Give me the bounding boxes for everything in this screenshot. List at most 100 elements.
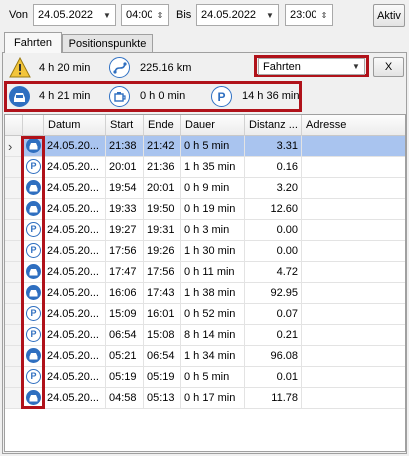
table-row[interactable]: P 24.05.20... 17:56 19:26 1 h 30 min 0.00: [5, 241, 405, 262]
table-row[interactable]: 24.05.20... 04:58 05:13 0 h 17 min 11.78: [5, 388, 405, 409]
header-distanz[interactable]: Distanz ...: [245, 115, 302, 136]
cell-end: 21:42: [144, 136, 181, 157]
engine-idle-icon: [109, 86, 130, 107]
cell-start: 05:21: [106, 346, 144, 367]
cell-date: 24.05.20...: [44, 178, 106, 199]
warning-duration: 4 h 20 min: [39, 62, 91, 74]
header-adresse[interactable]: Adresse: [302, 115, 405, 136]
cell-end: 15:08: [144, 325, 181, 346]
cell-end: 05:19: [144, 367, 181, 388]
cell-start: 20:01: [106, 157, 144, 178]
tab-fahrten[interactable]: Fahrten: [4, 32, 62, 53]
cell-date: 24.05.20...: [44, 388, 106, 409]
type-select[interactable]: Fahrten ▼: [258, 58, 365, 75]
cell-end: 05:13: [144, 388, 181, 409]
table-row[interactable]: P 24.05.20... 19:27 19:31 0 h 3 min 0.00: [5, 220, 405, 241]
cell-end: 06:54: [144, 346, 181, 367]
to-time-value: 23:00: [290, 9, 316, 21]
idle-duration: 0 h 0 min: [140, 90, 186, 102]
spinner-icon[interactable]: ⇕: [316, 5, 332, 25]
table-row[interactable]: P 24.05.20... 20:01 21:36 1 h 35 min 0.16: [5, 157, 405, 178]
type-select-value: Fahrten: [263, 60, 301, 73]
cell-duration: 0 h 52 min: [181, 304, 245, 325]
to-date-picker[interactable]: 24.05.2022 ▼: [196, 4, 279, 26]
cell-start: 16:06: [106, 283, 144, 304]
cell-distance: 3.20: [245, 178, 302, 199]
chevron-down-icon[interactable]: ▼: [99, 5, 115, 25]
cell-start: 19:33: [106, 199, 144, 220]
cell-address: [302, 346, 405, 367]
cell-end: 19:31: [144, 220, 181, 241]
cell-date: 24.05.20...: [44, 367, 106, 388]
table-row[interactable]: 24.05.20... 16:06 17:43 1 h 38 min 92.95: [5, 283, 405, 304]
cell-date: 24.05.20...: [44, 283, 106, 304]
cell-duration: 1 h 38 min: [181, 283, 245, 304]
cell-distance: 0.07: [245, 304, 302, 325]
cell-duration: 0 h 17 min: [181, 388, 245, 409]
cell-start: 17:47: [106, 262, 144, 283]
cell-start: 15:09: [106, 304, 144, 325]
from-date-value: 24.05.2022: [38, 9, 94, 21]
cell-distance: 0.00: [245, 220, 302, 241]
cell-date: 24.05.20...: [44, 304, 106, 325]
cell-duration: 0 h 5 min: [181, 367, 245, 388]
cell-address: [302, 178, 405, 199]
cell-date: 24.05.20...: [44, 136, 106, 157]
clear-button[interactable]: X: [373, 57, 404, 77]
cell-date: 24.05.20...: [44, 262, 106, 283]
chevron-down-icon[interactable]: ▼: [262, 5, 278, 25]
header-ende[interactable]: Ende: [144, 115, 181, 136]
cell-address: [302, 199, 405, 220]
cell-distance: 0.00: [245, 241, 302, 262]
header-datum[interactable]: Datum: [44, 115, 106, 136]
to-date-value: 24.05.2022: [201, 9, 257, 21]
to-time-picker[interactable]: 23:00 ⇕: [285, 4, 333, 26]
cell-address: [302, 262, 405, 283]
chevron-down-icon[interactable]: ▼: [348, 59, 364, 74]
warning-icon: [9, 56, 31, 78]
trips-grid: Datum Start Ende Dauer Distanz ... Adres…: [4, 114, 406, 452]
cell-start: 19:54: [106, 178, 144, 199]
cell-date: 24.05.20...: [44, 346, 106, 367]
table-row[interactable]: P 24.05.20... 05:19 05:19 0 h 5 min 0.01: [5, 367, 405, 388]
cell-address: [302, 367, 405, 388]
from-time-picker[interactable]: 04:00 ⇕: [121, 4, 169, 26]
cell-address: [302, 220, 405, 241]
header-dauer[interactable]: Dauer: [181, 115, 245, 136]
cell-duration: 0 h 3 min: [181, 220, 245, 241]
cell-start: 04:58: [106, 388, 144, 409]
cell-end: 21:36: [144, 157, 181, 178]
cell-duration: 1 h 34 min: [181, 346, 245, 367]
cell-end: 16:01: [144, 304, 181, 325]
table-row[interactable]: 24.05.20... 17:47 17:56 0 h 11 min 4.72: [5, 262, 405, 283]
park-duration: 14 h 36 min: [242, 90, 300, 102]
cell-date: 24.05.20...: [44, 157, 106, 178]
cell-start: 19:27: [106, 220, 144, 241]
table-row[interactable]: 24.05.20... 19:33 19:50 0 h 19 min 12.60: [5, 199, 405, 220]
table-row[interactable]: › 24.05.20... 21:38 21:42 0 h 5 min 3.31: [5, 136, 405, 157]
from-date-picker[interactable]: 24.05.2022 ▼: [33, 4, 116, 26]
header-start[interactable]: Start: [106, 115, 144, 136]
table-row[interactable]: 24.05.20... 19:54 20:01 0 h 9 min 3.20: [5, 178, 405, 199]
table-row[interactable]: 24.05.20... 05:21 06:54 1 h 34 min 96.08: [5, 346, 405, 367]
cell-start: 05:19: [106, 367, 144, 388]
table-row[interactable]: P 24.05.20... 15:09 16:01 0 h 52 min 0.07: [5, 304, 405, 325]
cell-address: [302, 283, 405, 304]
cell-duration: 0 h 9 min: [181, 178, 245, 199]
cell-end: 19:50: [144, 199, 181, 220]
spinner-icon[interactable]: ⇕: [152, 5, 168, 25]
from-label: Von: [9, 9, 28, 21]
cell-duration: 8 h 14 min: [181, 325, 245, 346]
grid-body: › 24.05.20... 21:38 21:42 0 h 5 min 3.31 P 24.0…: [5, 136, 405, 436]
car-icon: [9, 86, 30, 107]
cell-distance: 0.01: [245, 367, 302, 388]
from-time-value: 04:00: [126, 9, 152, 21]
cell-distance: 12.60: [245, 199, 302, 220]
cell-date: 24.05.20...: [44, 325, 106, 346]
tab-positionspunkte[interactable]: Positionspunkte: [62, 34, 153, 53]
table-row[interactable]: P 24.05.20... 06:54 15:08 8 h 14 min 0.21: [5, 325, 405, 346]
cell-duration: 1 h 35 min: [181, 157, 245, 178]
cell-distance: 96.08: [245, 346, 302, 367]
activate-button[interactable]: Aktiv: [373, 4, 405, 27]
cell-address: [302, 241, 405, 262]
